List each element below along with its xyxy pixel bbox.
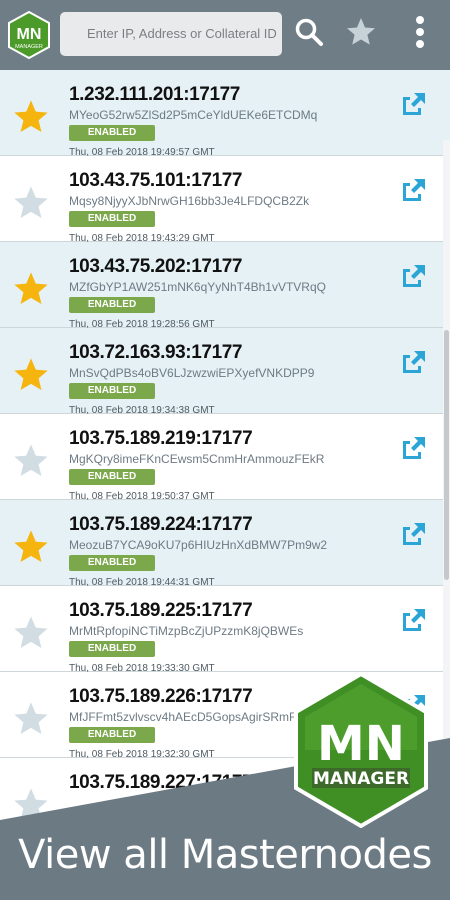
open-external-icon[interactable]	[400, 606, 428, 634]
favorite-star-icon[interactable]	[12, 700, 50, 738]
open-external-icon[interactable]	[400, 176, 428, 204]
app-logo-subtext: MANAGER	[15, 44, 43, 50]
masternode-row[interactable]: 103.75.189.224:17177 MeozuB7YCA9oKU7p6HI…	[0, 500, 450, 588]
top-app-bar: MN MANAGER	[0, 0, 450, 70]
favorite-star-icon[interactable]	[12, 614, 50, 652]
status-badge: ENABLED	[69, 383, 155, 399]
collateral-address: MfJFFmt5zvlvscv4hAEcD5GopsAgirSRmF	[69, 710, 297, 724]
masternode-row[interactable]: 1.232.111.201:17177 MYeoG52rw5ZlSd2P5mCe…	[0, 70, 450, 158]
masternode-row[interactable]: 103.75.189.219:17177 MgKQry8imeFKnCEwsm5…	[0, 414, 450, 502]
collateral-address: MnSvQdPBs4oBV6LJzwzwiEPXyefVNKDPP9	[69, 366, 315, 380]
open-external-icon[interactable]	[400, 348, 428, 376]
collateral-address: MYeoG52rw5ZlSd2P5mCeYldUEKe6ETCDMq	[69, 108, 318, 122]
masternode-address: 103.72.163.93:17177	[69, 342, 243, 363]
masternode-address: 103.75.189.224:17177	[69, 514, 253, 535]
collateral-address: MgKQry8imeFKnCEwsm5CnmHrAmmouzFEkR	[69, 452, 325, 466]
favorite-star-icon[interactable]	[12, 528, 50, 566]
masternode-row[interactable]: 103.43.75.202:17177 MZfGbYP1AW251mNK6qYy…	[0, 242, 450, 330]
app-logo-text: MN	[17, 26, 42, 43]
scrollbar[interactable]	[443, 140, 450, 830]
masternode-address: 103.43.75.101:17177	[69, 170, 243, 191]
collateral-address: Mqsy8NjyyXJbNrwGH16bb3Je4LFDQCB2Zk	[69, 194, 310, 208]
masternode-address: 1.232.111.201:17177	[69, 84, 240, 105]
masternode-address: 103.43.75.202:17177	[69, 256, 243, 277]
status-badge: ENABLED	[69, 555, 155, 571]
masternode-address: 103.75.189.225:17177	[69, 600, 253, 621]
favorite-star-icon[interactable]	[12, 786, 50, 824]
status-badge: ENABLED	[69, 125, 155, 141]
open-external-icon[interactable]	[400, 262, 428, 290]
search-icon	[295, 18, 323, 46]
more-vert-icon	[416, 16, 424, 48]
app-logo[interactable]: MN MANAGER	[7, 11, 51, 59]
collateral-address: MeozuB7YCA9oKU7p6HIUzHnXdBMW7Pm9w2	[69, 538, 328, 552]
favorite-star-icon[interactable]	[12, 442, 50, 480]
favorite-star-icon[interactable]	[12, 98, 50, 136]
promo-caption: View all Masternodes	[18, 832, 432, 878]
favorite-star-icon[interactable]	[12, 270, 50, 308]
collateral-address: MrMtRpfopiNCTiMzpBcZjUPzzmK8jQBWEs	[69, 624, 304, 638]
promo-logo: MN MANAGER	[294, 672, 428, 828]
masternode-address: 103.75.189.219:17177	[69, 428, 253, 449]
search-input[interactable]	[60, 12, 282, 56]
masternode-row[interactable]: 103.72.163.93:17177 MnSvQdPBs4oBV6LJzwzw…	[0, 328, 450, 416]
open-external-icon[interactable]	[400, 434, 428, 462]
promo-logo-text: MN	[317, 716, 405, 772]
masternode-row[interactable]: 103.75.189.225:17177 MrMtRpfopiNCTiMzpBc…	[0, 586, 450, 674]
favorites-button[interactable]	[343, 14, 379, 50]
status-badge: ENABLED	[69, 727, 155, 743]
star-icon	[347, 18, 375, 45]
status-badge: ENABLED	[69, 641, 155, 657]
open-external-icon[interactable]	[400, 520, 428, 548]
more-options-button[interactable]	[402, 14, 438, 50]
search-button[interactable]	[291, 14, 327, 50]
favorite-star-icon[interactable]	[12, 184, 50, 222]
scrollbar-thumb[interactable]	[444, 330, 449, 580]
open-external-icon[interactable]	[400, 90, 428, 118]
status-badge: ENABLED	[69, 469, 155, 485]
promo-logo-subtext: MANAGER	[313, 769, 409, 789]
status-badge: ENABLED	[69, 211, 155, 227]
masternode-row[interactable]: 103.43.75.101:17177 Mqsy8NjyyXJbNrwGH16b…	[0, 156, 450, 244]
masternode-address: 103.75.189.227:17177	[69, 772, 253, 793]
favorite-star-icon[interactable]	[12, 356, 50, 394]
collateral-address: MZfGbYP1AW251mNK6qYyNhT4Bh1vVTVRqQ	[69, 280, 326, 294]
masternode-address: 103.75.189.226:17177	[69, 686, 253, 707]
status-badge: ENABLED	[69, 297, 155, 313]
